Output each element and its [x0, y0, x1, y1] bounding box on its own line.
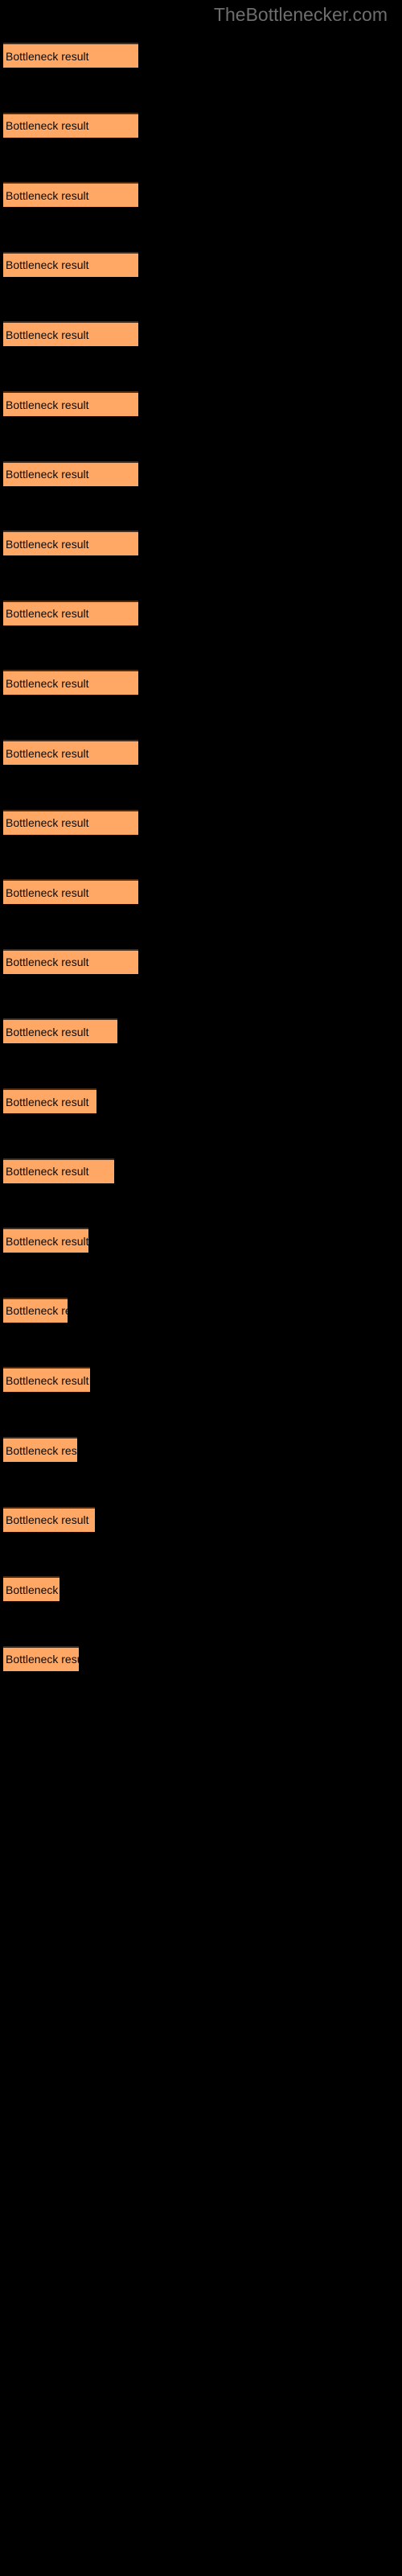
- bar-row: Bottleneck result: [0, 251, 402, 278]
- bar-label: Bottleneck result: [6, 328, 89, 341]
- bar-row: Bottleneck result: [0, 1297, 402, 1323]
- bar-row: Bottleneck result: [0, 321, 402, 347]
- bar-label: Bottleneck result: [6, 1234, 88, 1248]
- bar-label: Bottleneck result: [6, 1095, 89, 1108]
- bar-label: Bottleneck result: [6, 1373, 89, 1387]
- bar-row: Bottleneck result: [0, 670, 402, 696]
- bar: Bottleneck result: [3, 809, 138, 835]
- bar-label: Bottleneck result: [6, 119, 89, 133]
- bar-label: Bottleneck result: [6, 468, 89, 481]
- bar-row: Bottleneck result: [0, 530, 402, 556]
- bar: Bottleneck result: [3, 391, 138, 416]
- bar-label: Bottleneck result: [6, 886, 89, 899]
- bar-label: Bottleneck result: [6, 258, 89, 272]
- bar-label: Bottleneck result: [6, 1443, 77, 1457]
- bar-label: Bottleneck result: [6, 398, 89, 411]
- bar: Bottleneck result: [3, 600, 138, 625]
- bar-label: Bottleneck result: [6, 956, 89, 969]
- bar: Bottleneck result: [3, 1088, 96, 1113]
- bar-row: Bottleneck result: [0, 600, 402, 626]
- bar-label: Bottleneck result: [6, 188, 89, 202]
- bar: Bottleneck result: [3, 1158, 114, 1183]
- bar: Bottleneck result: [3, 1645, 79, 1671]
- bar-row: Bottleneck result: [0, 1576, 402, 1602]
- bar-label: Bottleneck result: [6, 1304, 68, 1318]
- bar: Bottleneck result: [3, 1576, 59, 1602]
- bar-row: Bottleneck result: [0, 1437, 402, 1463]
- bar-label: Bottleneck result: [6, 816, 89, 830]
- bar-row: Bottleneck result: [0, 1018, 402, 1044]
- bar-row: Bottleneck result: [0, 879, 402, 905]
- bar: Bottleneck result: [3, 321, 138, 347]
- bar: Bottleneck result: [3, 1297, 68, 1323]
- bar-label: Bottleneck result: [6, 1165, 89, 1179]
- bar-label: Bottleneck result: [6, 746, 89, 760]
- bar: Bottleneck result: [3, 1367, 90, 1393]
- bar: Bottleneck result: [3, 112, 138, 138]
- bar-label: Bottleneck result: [6, 1653, 79, 1666]
- bar-row: Bottleneck result: [0, 809, 402, 836]
- bar-row: Bottleneck result: [0, 391, 402, 417]
- bar-row: Bottleneck result: [0, 182, 402, 208]
- bottleneck-chart: TheBottlenecker.com Bottleneck result Bot…: [0, 0, 402, 2576]
- bar-row: Bottleneck result: [0, 1506, 402, 1533]
- bar-row: Bottleneck result: [0, 1158, 402, 1184]
- bar-row: Bottleneck result: [0, 1645, 402, 1672]
- bar: Bottleneck result: [3, 670, 138, 696]
- bar-row: Bottleneck result: [0, 43, 402, 68]
- bar-label: Bottleneck result: [6, 607, 89, 621]
- bar: Bottleneck result: [3, 182, 138, 208]
- bar: Bottleneck result: [3, 740, 138, 765]
- bar-row: Bottleneck result: [0, 948, 402, 975]
- bar-label: Bottleneck result: [6, 676, 89, 690]
- bar-row: Bottleneck result: [0, 460, 402, 487]
- bar: Bottleneck result: [3, 1506, 95, 1532]
- bar-row: Bottleneck result: [0, 740, 402, 766]
- bar-label: Bottleneck result: [6, 1513, 89, 1527]
- bar-row: Bottleneck result: [0, 112, 402, 138]
- bar-row: Bottleneck result: [0, 1088, 402, 1114]
- bar: Bottleneck result: [3, 251, 138, 277]
- bar: Bottleneck result: [3, 460, 138, 486]
- bar-list: Bottleneck result Bottleneck result Bottle…: [0, 0, 402, 2576]
- bar-label: Bottleneck result: [6, 1025, 89, 1038]
- bar-row: Bottleneck result: [0, 1367, 402, 1393]
- bar: Bottleneck result: [3, 1018, 117, 1044]
- bar-label: Bottleneck result: [6, 1583, 59, 1596]
- bar: Bottleneck result: [3, 530, 138, 556]
- bar-label: Bottleneck result: [6, 49, 89, 63]
- bar-row: Bottleneck result: [0, 1228, 402, 1253]
- bar: Bottleneck result: [3, 1228, 88, 1253]
- bar-label: Bottleneck result: [6, 537, 89, 551]
- bar: Bottleneck result: [3, 879, 138, 905]
- bar: Bottleneck result: [3, 948, 138, 974]
- bar: Bottleneck result: [3, 43, 138, 68]
- bar: Bottleneck result: [3, 1437, 77, 1462]
